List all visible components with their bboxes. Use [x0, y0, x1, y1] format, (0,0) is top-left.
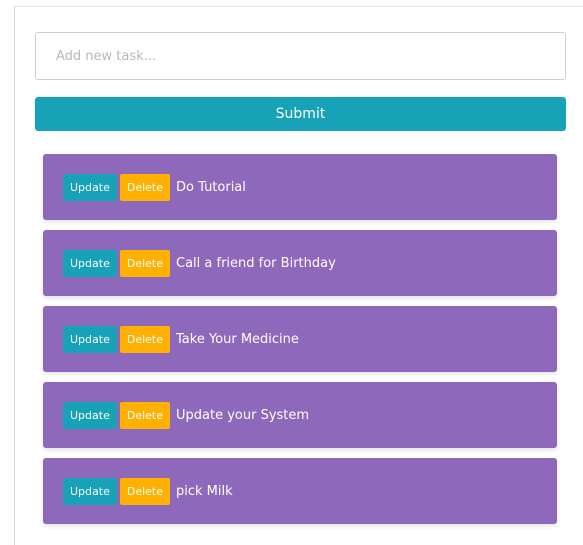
todo-card: Submit Update Delete Do Tutorial Update …: [14, 6, 583, 545]
task-text: Take Your Medicine: [176, 331, 299, 347]
update-button[interactable]: Update: [63, 401, 117, 429]
task-text: pick Milk: [176, 483, 233, 499]
task-item: Update Delete Do Tutorial: [43, 154, 557, 220]
new-task-input[interactable]: [35, 32, 566, 80]
update-button[interactable]: Update: [63, 249, 117, 277]
delete-button[interactable]: Delete: [119, 249, 170, 277]
task-item: Update Delete Update your System: [43, 382, 557, 448]
task-list: Update Delete Do Tutorial Update Delete …: [43, 154, 557, 534]
task-text: Update your System: [176, 407, 310, 423]
update-button[interactable]: Update: [63, 325, 117, 353]
update-button[interactable]: Update: [63, 477, 117, 505]
task-text: Call a friend for Birthday: [176, 255, 336, 271]
task-item: Update Delete Take Your Medicine: [43, 306, 557, 372]
task-item: Update Delete pick Milk: [43, 458, 557, 524]
delete-button[interactable]: Delete: [119, 173, 170, 201]
update-button[interactable]: Update: [63, 173, 117, 201]
task-item: Update Delete Call a friend for Birthday: [43, 230, 557, 296]
task-text: Do Tutorial: [176, 179, 246, 195]
delete-button[interactable]: Delete: [119, 401, 170, 429]
submit-button[interactable]: Submit: [35, 97, 566, 131]
delete-button[interactable]: Delete: [119, 477, 170, 505]
delete-button[interactable]: Delete: [119, 325, 170, 353]
